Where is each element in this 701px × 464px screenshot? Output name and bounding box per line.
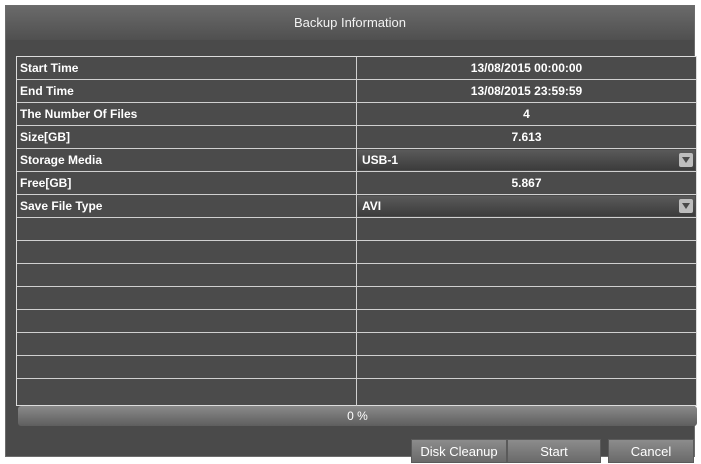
storage-media-label: Storage Media: [17, 149, 357, 171]
free-value: 5.867: [511, 176, 542, 190]
disk-cleanup-button[interactable]: Disk Cleanup: [411, 439, 507, 463]
table-row-empty: [17, 310, 696, 333]
empty-cell: [17, 310, 357, 332]
free-label: Free[GB]: [17, 172, 357, 194]
empty-cell: [17, 218, 357, 240]
chevron-down-icon[interactable]: [679, 153, 693, 167]
number-of-files-label: The Number Of Files: [17, 103, 357, 125]
end-time-label: End Time: [17, 80, 357, 102]
empty-cell: [17, 241, 357, 263]
backup-information-dialog: Backup Information Start Time 13/08/2015…: [5, 5, 697, 463]
table-row-empty: [17, 379, 696, 406]
table-row-empty: [17, 287, 696, 310]
cancel-button[interactable]: Cancel: [608, 439, 694, 463]
empty-cell: [17, 356, 357, 378]
empty-cell: [17, 264, 357, 286]
table-row-number-of-files: The Number Of Files 4: [17, 103, 696, 126]
chevron-down-icon[interactable]: [679, 199, 693, 213]
size-value: 7.613: [511, 130, 542, 144]
storage-media-selected: USB-1: [362, 153, 399, 167]
table-row-size: Size[GB] 7.613: [17, 126, 696, 149]
number-of-files-value: 4: [523, 107, 530, 121]
save-file-type-select[interactable]: AVI: [358, 196, 695, 216]
table-row-empty: [17, 356, 696, 379]
table-row-free: Free[GB] 5.867: [17, 172, 696, 195]
start-time-value: 13/08/2015 00:00:00: [470, 61, 583, 75]
save-file-type-label: Save File Type: [17, 195, 357, 217]
size-label: Size[GB]: [17, 126, 357, 148]
save-file-type-selected: AVI: [362, 199, 382, 213]
progress-label: 0 %: [347, 409, 368, 423]
end-time-value: 13/08/2015 23:59:59: [470, 84, 583, 98]
backup-progress-bar: 0 %: [18, 406, 697, 426]
table-row-empty: [17, 264, 696, 287]
table-row-end-time: End Time 13/08/2015 23:59:59: [17, 80, 696, 103]
table-row-empty: [17, 333, 696, 356]
table-row-save-file-type: Save File Type AVI: [17, 195, 696, 218]
backup-info-table: Start Time 13/08/2015 00:00:00 End Time …: [16, 56, 697, 406]
storage-media-select[interactable]: USB-1: [358, 150, 695, 170]
empty-cell: [17, 379, 357, 406]
dialog-title: Backup Information: [6, 6, 694, 40]
table-row-empty: [17, 241, 696, 264]
empty-cell: [17, 333, 357, 355]
start-time-label: Start Time: [17, 57, 357, 79]
table-row-storage-media: Storage Media USB-1: [17, 149, 696, 172]
table-row-empty: [17, 218, 696, 241]
empty-cell: [17, 287, 357, 309]
table-row-start-time: Start Time 13/08/2015 00:00:00: [17, 57, 696, 80]
start-button[interactable]: Start: [507, 439, 601, 463]
